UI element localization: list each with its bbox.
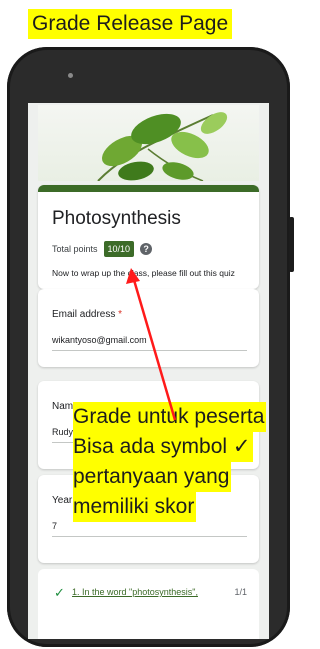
phone-screen: Photosynthesis Total points 10/10 ? Now … xyxy=(28,103,269,639)
annotation-line-2: Bisa ada symbol ✓ xyxy=(73,432,253,462)
question-score: 1/1 xyxy=(234,587,247,597)
annotation-banner: Grade Release Page xyxy=(28,9,233,39)
form-header-image xyxy=(38,105,259,181)
total-points-label: Total points xyxy=(52,244,98,254)
form-title-card: Photosynthesis Total points 10/10 ? Now … xyxy=(38,185,259,289)
annotation-line-3: pertanyaan yang xyxy=(73,462,232,492)
form-description: Now to wrap up the class, please fill ou… xyxy=(52,268,235,278)
email-value: wikantyoso@gmail.com xyxy=(52,335,247,351)
phone-side-button xyxy=(289,217,294,272)
total-points-row: Total points 10/10 ? xyxy=(52,241,153,257)
year-label-text: Year xyxy=(52,495,73,506)
form-title: Photosynthesis xyxy=(52,208,181,229)
required-marker: * xyxy=(118,309,123,320)
annotation-line-4: memiliki skor xyxy=(73,492,197,522)
email-field-card: Email address * wikantyoso@gmail.com xyxy=(38,289,259,367)
year-value: 7 xyxy=(52,521,247,537)
question-result-card: ✓ 1. In the word "photosynthesis", 1/1 xyxy=(38,569,259,639)
help-circle-icon[interactable]: ? xyxy=(140,243,153,255)
email-label: Email address * xyxy=(52,309,122,320)
leaves-illustration xyxy=(97,112,228,181)
annotation-callout: Grade untuk peserta Bisa ada symbol ✓ pe… xyxy=(73,402,296,522)
annotation-line-1: Grade untuk peserta xyxy=(73,402,267,432)
score-badge: 10/10 xyxy=(103,241,135,257)
check-icon: ✓ xyxy=(54,585,65,600)
question-text[interactable]: 1. In the word "photosynthesis", xyxy=(72,587,198,597)
email-label-text: Email address xyxy=(52,309,116,320)
phone-frame: Photosynthesis Total points 10/10 ? Now … xyxy=(7,47,294,647)
phone-camera-dot xyxy=(68,73,73,78)
